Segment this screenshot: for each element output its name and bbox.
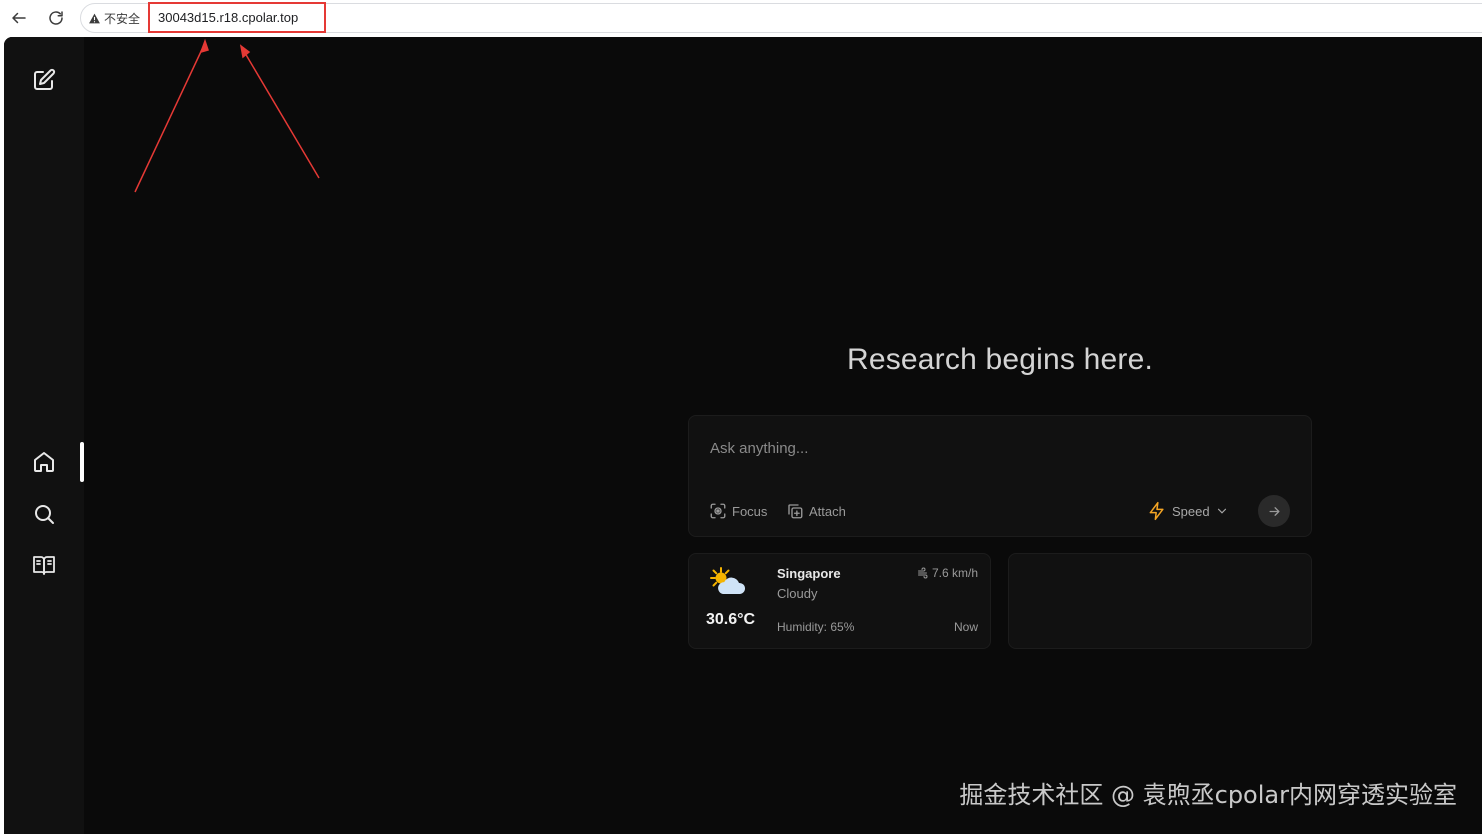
warning-icon — [89, 13, 100, 23]
focus-button[interactable]: Focus — [709, 500, 767, 522]
home-icon — [34, 452, 54, 472]
search-input[interactable] — [708, 434, 1292, 462]
attach-button[interactable]: Attach — [786, 500, 846, 522]
sidebar-item-discover[interactable] — [31, 501, 57, 527]
back-arrow-icon — [12, 12, 26, 24]
security-label: 不安全 — [104, 11, 141, 26]
active-indicator — [80, 442, 84, 482]
weather-city: Singapore — [777, 566, 841, 581]
sidebar-item-library[interactable] — [31, 552, 57, 578]
reload-icon — [49, 11, 63, 25]
focus-label: Focus — [732, 503, 768, 519]
speed-mode-dropdown[interactable]: Speed — [1147, 500, 1229, 522]
site-security-chip[interactable]: 不安全 — [88, 9, 140, 27]
new-chat-button[interactable] — [31, 67, 57, 93]
arrow-right-icon — [1269, 506, 1279, 516]
send-button[interactable] — [1258, 495, 1290, 527]
reload-button[interactable] — [43, 5, 69, 31]
weather-wind: 7.6 km/h — [917, 566, 978, 580]
chevron-down-icon — [1217, 508, 1226, 514]
lightning-icon — [1149, 501, 1164, 521]
speed-label: Speed — [1172, 503, 1210, 519]
sidebar — [4, 37, 84, 834]
back-button[interactable] — [6, 5, 32, 31]
search-icon — [35, 505, 54, 524]
sidebar-item-home[interactable] — [31, 449, 57, 475]
focus-icon — [710, 503, 726, 519]
empty-widget — [1008, 553, 1312, 649]
weather-widget[interactable]: 30.6°C Singapore Cloudy 7.6 km/h Humidit… — [688, 553, 991, 649]
new-chat-icon — [34, 68, 56, 90]
page-title: Research begins here. — [846, 343, 1154, 376]
weather-humidity: Humidity: 65% — [777, 620, 855, 634]
wind-speed: 7.6 km/h — [931, 566, 978, 580]
weather-condition: Cloudy — [777, 586, 818, 601]
search-box: Focus Attach Speed — [688, 415, 1312, 537]
watermark: 掘金技术社区 @ 袁煦丞cpolar内网穿透实验室 — [959, 781, 1457, 809]
app-window: Research begins here. Focus Attach Speed — [4, 37, 1482, 834]
attach-label: Attach — [809, 503, 846, 519]
partly-cloudy-icon — [710, 567, 746, 594]
attach-icon — [788, 504, 803, 519]
url-highlight-box — [148, 2, 326, 33]
browser-toolbar: 不安全 30043d15.r18.cpolar.top — [0, 0, 1482, 36]
wind-icon — [917, 567, 928, 579]
library-icon — [33, 556, 55, 575]
weather-time: Now — [953, 620, 978, 634]
weather-temperature: 30.6°C — [706, 611, 756, 628]
